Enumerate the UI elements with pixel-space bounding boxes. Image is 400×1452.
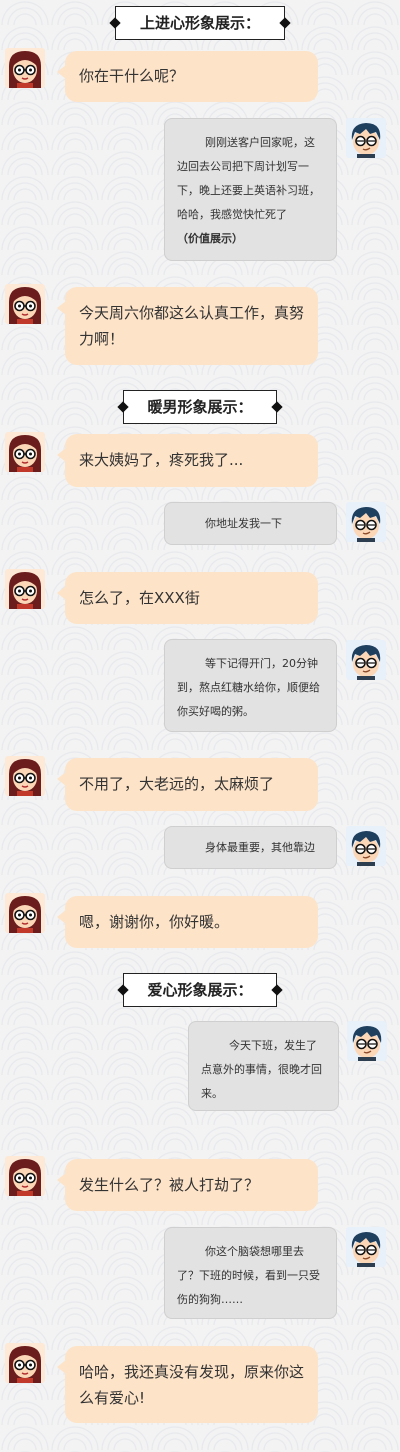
- girl-message-bubble: 哈哈，我还真没有发现，原来你这么有爱心!: [57, 1346, 318, 1423]
- boy-message-bubble: 刚刚送客户回家呢，这边回去公司把下周计划写一下，晚上还要上英语补习班，哈哈，我感…: [164, 118, 337, 261]
- boy-message-bubble: 今天下班，发生了点意外的事情，很晚才回来。: [188, 1021, 339, 1111]
- girl-message-bubble: 怎么了，在XXX街: [57, 572, 318, 624]
- girl-avatar-icon[interactable]: [5, 893, 45, 933]
- message-text: 嗯，谢谢你，你好暖。: [79, 913, 230, 931]
- boy-avatar-icon[interactable]: [346, 118, 386, 158]
- diamond-icon: [271, 984, 283, 996]
- girl-message-bubble: 你在干什么呢？: [57, 51, 318, 102]
- message-text: 你在干什么呢？: [79, 67, 185, 85]
- section-title-text: 暖男形象展示：: [147, 398, 253, 416]
- girl-message-bubble: 不用了，大老远的，太麻烦了: [57, 758, 318, 811]
- girl-message-bubble: 发生什么了？被人打劫了？: [57, 1159, 318, 1211]
- boy-message-bubble: 等下记得开门，20分钟到，熬点红糖水给你，顺便给你买好喝的粥。: [164, 639, 337, 732]
- message-text: 刚刚送客户回家呢，这边回去公司把下周计划写一下，晚上还要上英语补习班，哈哈，我感…: [177, 136, 320, 221]
- message-text: 你这个脑袋想哪里去了？下班的时候，看到一只受伤的狗狗……: [177, 1245, 320, 1306]
- message-text: 哈哈，我还真没有发现，原来你这么有爱心!: [79, 1363, 305, 1407]
- girl-avatar-icon[interactable]: [5, 756, 45, 796]
- message-text: 不用了，大老远的，太麻烦了: [79, 775, 275, 793]
- boy-avatar-icon[interactable]: [346, 1227, 386, 1267]
- girl-message-bubble: 今天周六你都这么认真工作，真努力啊！: [57, 287, 318, 365]
- section-title-warm: 暖男形象展示：: [117, 390, 283, 424]
- section-title-text: 上进心形象展示：: [139, 14, 260, 32]
- boy-avatar-icon[interactable]: [346, 502, 386, 542]
- message-text: 怎么了，在XXX街: [79, 589, 200, 607]
- boy-avatar-icon[interactable]: [346, 640, 386, 680]
- diamond-icon: [271, 401, 283, 413]
- section-title-progress: 上进心形象展示：: [109, 6, 291, 40]
- boy-message-bubble: 你地址发我一下: [164, 502, 337, 545]
- diamond-icon: [117, 984, 129, 996]
- girl-avatar-icon[interactable]: [5, 284, 45, 324]
- diamond-icon: [279, 17, 291, 29]
- diamond-icon: [109, 17, 121, 29]
- message-text: 身体最重要，其他靠边: [205, 841, 315, 854]
- section-title-love: 爱心形象展示：: [117, 973, 283, 1007]
- message-text: 等下记得开门，20分钟到，熬点红糖水给你，顺便给你买好喝的粥。: [177, 657, 320, 718]
- boy-avatar-icon[interactable]: [347, 1021, 387, 1061]
- message-text: 来大姨妈了，疼死我了...: [79, 451, 244, 469]
- boy-message-bubble: 你这个脑袋想哪里去了？下班的时候，看到一只受伤的狗狗……: [164, 1227, 337, 1319]
- girl-avatar-icon[interactable]: [5, 569, 45, 609]
- girl-avatar-icon[interactable]: [5, 1156, 45, 1196]
- message-text: 发生什么了？被人打劫了？: [79, 1176, 260, 1194]
- section-title-text: 爱心形象展示：: [147, 981, 253, 999]
- diamond-icon: [117, 401, 129, 413]
- girl-avatar-icon[interactable]: [5, 48, 45, 88]
- boy-message-bubble: 身体最重要，其他靠边: [164, 826, 337, 869]
- message-text: 你地址发我一下: [205, 517, 282, 530]
- boy-avatar-icon[interactable]: [346, 826, 386, 866]
- girl-message-bubble: 嗯，谢谢你，你好暖。: [57, 896, 318, 948]
- message-text: 今天周六你都这么认真工作，真努力啊！: [79, 304, 305, 348]
- girl-message-bubble: 来大姨妈了，疼死我了...: [57, 434, 318, 487]
- girl-avatar-icon[interactable]: [5, 1343, 45, 1383]
- message-text: 今天下班，发生了点意外的事情，很晚才回来。: [201, 1039, 322, 1100]
- message-note: （价值展示）: [177, 232, 243, 245]
- girl-avatar-icon[interactable]: [5, 432, 45, 472]
